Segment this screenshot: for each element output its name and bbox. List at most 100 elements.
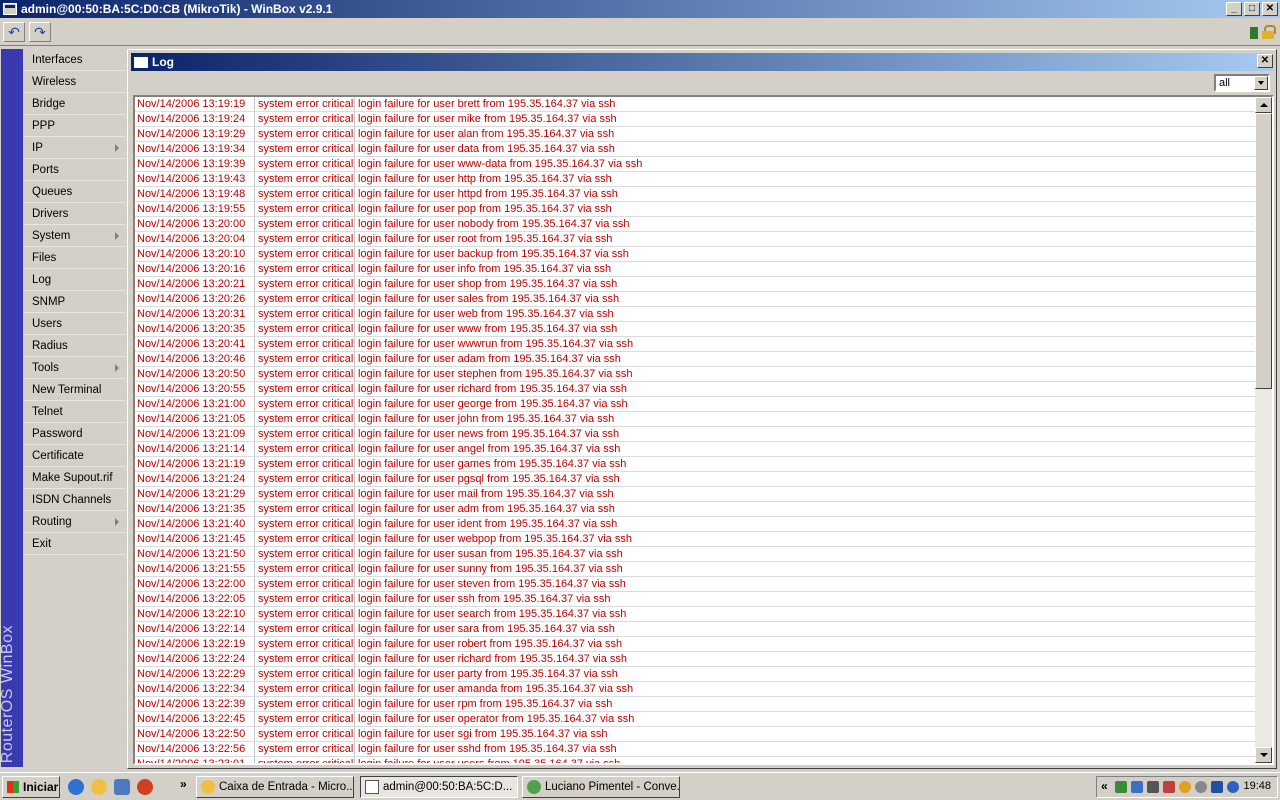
log-filter-select[interactable]: all	[1214, 74, 1270, 92]
update-tray-icon[interactable]	[1227, 781, 1239, 793]
table-row[interactable]: Nov/14/2006 13:21:19 system error critica…	[135, 457, 1256, 472]
window-title-bar[interactable]: admin@00:50:BA:5C:D0:CB (MikroTik) - Win…	[0, 0, 1280, 18]
close-button[interactable]: ✕	[1262, 2, 1278, 16]
table-row[interactable]: Nov/14/2006 13:19:39 system error critica…	[135, 157, 1256, 172]
table-row[interactable]: Nov/14/2006 13:21:24 system error critica…	[135, 472, 1256, 487]
table-row[interactable]: Nov/14/2006 13:20:31 system error critica…	[135, 307, 1256, 322]
table-row[interactable]: Nov/14/2006 13:21:45 system error critica…	[135, 532, 1256, 547]
menu-item-routing[interactable]: Routing	[24, 511, 125, 533]
menu-item-ip[interactable]: IP	[24, 137, 125, 159]
menu-item-users[interactable]: Users	[24, 313, 125, 335]
table-row[interactable]: Nov/14/2006 13:20:26 system error critica…	[135, 292, 1256, 307]
task-messenger[interactable]: Luciano Pimentel - Conve...	[522, 776, 680, 798]
menu-item-files[interactable]: Files	[24, 247, 125, 269]
scroll-thumb[interactable]	[1255, 113, 1272, 389]
table-row[interactable]: Nov/14/2006 13:21:00 system error critica…	[135, 397, 1256, 412]
table-row[interactable]: Nov/14/2006 13:19:19 system error critica…	[135, 97, 1256, 112]
table-row[interactable]: Nov/14/2006 13:20:10 system error critica…	[135, 247, 1256, 262]
undo-button[interactable]: ↶	[3, 22, 25, 42]
settings-tray-icon[interactable]	[1195, 781, 1207, 793]
table-row[interactable]: Nov/14/2006 13:20:35 system error critica…	[135, 322, 1256, 337]
table-row[interactable]: Nov/14/2006 13:22:24 system error critica…	[135, 652, 1256, 667]
menu-item-telnet[interactable]: Telnet	[24, 401, 125, 423]
table-row[interactable]: Nov/14/2006 13:20:50 system error critica…	[135, 367, 1256, 382]
table-row[interactable]: Nov/14/2006 13:21:50 system error critica…	[135, 547, 1256, 562]
table-row[interactable]: Nov/14/2006 13:21:09 system error critica…	[135, 427, 1256, 442]
menu-item-queues[interactable]: Queues	[24, 181, 125, 203]
table-row[interactable]: Nov/14/2006 13:20:00 system error critica…	[135, 217, 1256, 232]
menu-item-make-supout-rif[interactable]: Make Supout.rif	[24, 467, 125, 489]
menu-item-snmp[interactable]: SNMP	[24, 291, 125, 313]
table-row[interactable]: Nov/14/2006 13:20:41 system error critica…	[135, 337, 1256, 352]
scroll-up-button[interactable]	[1255, 97, 1272, 113]
drive-tray-icon[interactable]	[1211, 781, 1223, 793]
maximize-button[interactable]: □	[1244, 2, 1260, 16]
table-row[interactable]: Nov/14/2006 13:22:45 system error critica…	[135, 712, 1256, 727]
table-row[interactable]: Nov/14/2006 13:19:55 system error critica…	[135, 202, 1256, 217]
quick-launch-chevron[interactable]: »	[180, 777, 187, 791]
antivirus-tray-icon[interactable]	[1163, 781, 1175, 793]
table-row[interactable]: Nov/14/2006 13:22:29 system error critica…	[135, 667, 1256, 682]
media-player-icon[interactable]	[137, 779, 153, 795]
chevron-down-icon[interactable]	[1254, 76, 1268, 90]
menu-item-system[interactable]: System	[24, 225, 125, 247]
table-row[interactable]: Nov/14/2006 13:20:21 system error critica…	[135, 277, 1256, 292]
tray-expand-icon[interactable]: «	[1101, 779, 1108, 793]
menu-item-new-terminal[interactable]: New Terminal	[24, 379, 125, 401]
table-row[interactable]: Nov/14/2006 13:19:48 system error critica…	[135, 187, 1256, 202]
task-winbox[interactable]: admin@00:50:BA:5C:D...	[360, 776, 518, 798]
table-row[interactable]: Nov/14/2006 13:22:56 system error critica…	[135, 742, 1256, 757]
table-row[interactable]: Nov/14/2006 13:19:43 system error critica…	[135, 172, 1256, 187]
menu-item-interfaces[interactable]: Interfaces	[24, 49, 125, 71]
table-row[interactable]: Nov/14/2006 13:22:05 system error critica…	[135, 592, 1256, 607]
redo-button[interactable]: ↷	[29, 22, 51, 42]
menu-item-log[interactable]: Log	[24, 269, 125, 291]
messenger-tray-icon[interactable]	[1115, 781, 1127, 793]
table-row[interactable]: Nov/14/2006 13:22:14 system error critica…	[135, 622, 1256, 637]
desktop-icon[interactable]	[114, 779, 130, 795]
table-row[interactable]: Nov/14/2006 13:19:34 system error critica…	[135, 142, 1256, 157]
table-row[interactable]: Nov/14/2006 13:21:14 system error critica…	[135, 442, 1256, 457]
menu-item-isdn-channels[interactable]: ISDN Channels	[24, 489, 125, 511]
start-button[interactable]: Iniciar	[2, 776, 60, 798]
table-row[interactable]: Nov/14/2006 13:21:05 system error critica…	[135, 412, 1256, 427]
log-window-title-bar[interactable]: Log	[131, 53, 1273, 71]
table-row[interactable]: Nov/14/2006 13:20:04 system error critica…	[135, 232, 1256, 247]
table-row[interactable]: Nov/14/2006 13:21:40 system error critica…	[135, 517, 1256, 532]
ie-icon[interactable]	[68, 779, 84, 795]
menu-item-certificate[interactable]: Certificate	[24, 445, 125, 467]
table-row[interactable]: Nov/14/2006 13:22:00 system error critica…	[135, 577, 1256, 592]
menu-item-radius[interactable]: Radius	[24, 335, 125, 357]
menu-item-password[interactable]: Password	[24, 423, 125, 445]
vertical-scrollbar[interactable]	[1255, 97, 1272, 763]
table-row[interactable]: Nov/14/2006 13:21:29 system error critica…	[135, 487, 1256, 502]
network-tray-icon[interactable]	[1131, 781, 1143, 793]
log-close-button[interactable]: ✕	[1257, 54, 1273, 68]
table-row[interactable]: Nov/14/2006 13:20:46 system error critica…	[135, 352, 1256, 367]
outlook-icon[interactable]	[91, 779, 107, 795]
table-row[interactable]: Nov/14/2006 13:20:16 system error critica…	[135, 262, 1256, 277]
table-row[interactable]: Nov/14/2006 13:23:01 system error critica…	[135, 757, 1256, 763]
table-row[interactable]: Nov/14/2006 13:22:10 system error critica…	[135, 607, 1256, 622]
table-row[interactable]: Nov/14/2006 13:20:55 system error critica…	[135, 382, 1256, 397]
menu-item-exit[interactable]: Exit	[24, 533, 125, 555]
table-row[interactable]: Nov/14/2006 13:22:19 system error critica…	[135, 637, 1256, 652]
table-row[interactable]: Nov/14/2006 13:19:29 system error critica…	[135, 127, 1256, 142]
table-row[interactable]: Nov/14/2006 13:21:55 system error critica…	[135, 562, 1256, 577]
table-row[interactable]: Nov/14/2006 13:21:35 system error critica…	[135, 502, 1256, 517]
table-row[interactable]: Nov/14/2006 13:22:50 system error critica…	[135, 727, 1256, 742]
minimize-button[interactable]: _	[1226, 2, 1242, 16]
network-alert-tray-icon[interactable]	[1147, 781, 1159, 793]
menu-item-bridge[interactable]: Bridge	[24, 93, 125, 115]
table-row[interactable]: Nov/14/2006 13:22:39 system error critica…	[135, 697, 1256, 712]
table-row[interactable]: Nov/14/2006 13:22:34 system error critica…	[135, 682, 1256, 697]
menu-item-ppp[interactable]: PPP	[24, 115, 125, 137]
scroll-down-button[interactable]	[1255, 747, 1272, 763]
menu-item-wireless[interactable]: Wireless	[24, 71, 125, 93]
task-outlook[interactable]: Caixa de Entrada - Micro...	[196, 776, 354, 798]
clock-tray-icon[interactable]	[1179, 781, 1191, 793]
menu-item-drivers[interactable]: Drivers	[24, 203, 125, 225]
table-row[interactable]: Nov/14/2006 13:19:24 system error critica…	[135, 112, 1256, 127]
menu-item-tools[interactable]: Tools	[24, 357, 125, 379]
menu-item-ports[interactable]: Ports	[24, 159, 125, 181]
